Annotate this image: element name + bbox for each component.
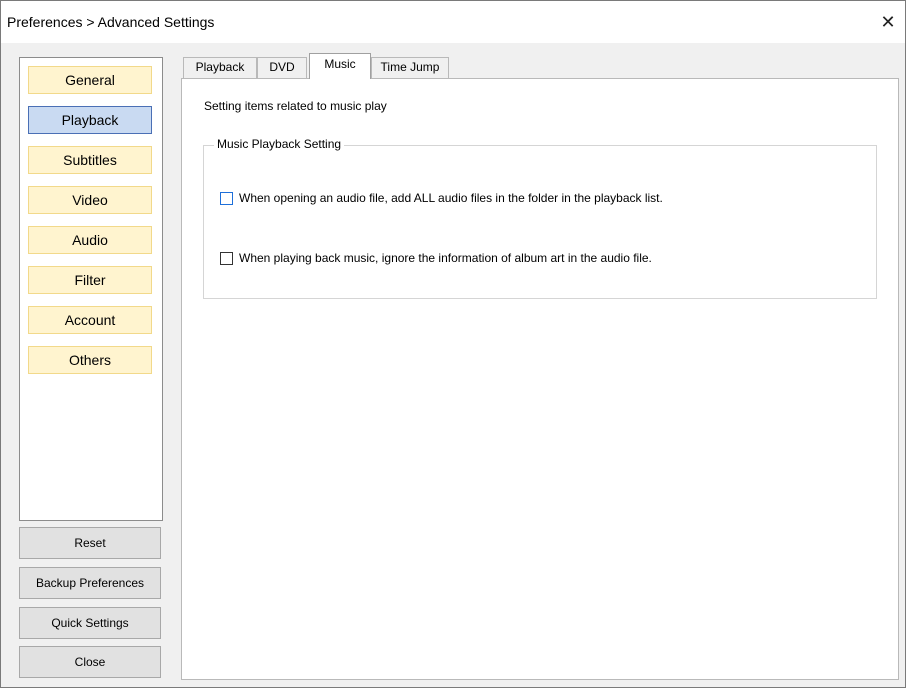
add-all-audio-label: When opening an audio file, add ALL audi… [239, 191, 663, 205]
ignore-album-art-label: When playing back music, ignore the info… [239, 251, 652, 265]
ignore-album-art-checkbox[interactable] [220, 251, 233, 265]
sidebar-item-audio[interactable]: Audio [28, 226, 152, 254]
sidebar-item-subtitles[interactable]: Subtitles [28, 146, 152, 174]
tab-time-jump[interactable]: Time Jump [371, 57, 449, 78]
sidebar-item-general[interactable]: General [28, 66, 152, 94]
sidebar-item-video[interactable]: Video [28, 186, 152, 214]
sidebar-item-account[interactable]: Account [28, 306, 152, 334]
close-icon[interactable]: ✕ [877, 11, 899, 33]
category-list: General Playback Subtitles Video Audio F… [19, 57, 163, 521]
sidebar-item-others[interactable]: Others [28, 346, 152, 374]
add-all-audio-checkbox[interactable] [220, 191, 233, 205]
music-playback-group [203, 145, 877, 299]
backup-preferences-button[interactable]: Backup Preferences [19, 567, 161, 599]
window-title: Preferences > Advanced Settings [7, 14, 215, 30]
sidebar-item-playback[interactable]: Playback [28, 106, 152, 134]
music-tab-panel: Setting items related to music play Musi… [181, 78, 899, 680]
tab-dvd[interactable]: DVD [257, 57, 307, 78]
panel-description: Setting items related to music play [204, 99, 387, 113]
ignore-album-art-option[interactable]: When playing back music, ignore the info… [220, 250, 652, 266]
quick-settings-button[interactable]: Quick Settings [19, 607, 161, 639]
sidebar-item-filter[interactable]: Filter [28, 266, 152, 294]
add-all-audio-option[interactable]: When opening an audio file, add ALL audi… [220, 190, 663, 206]
tab-music[interactable]: Music [309, 53, 371, 79]
close-button[interactable]: Close [19, 646, 161, 678]
group-title: Music Playback Setting [214, 137, 345, 151]
reset-button[interactable]: Reset [19, 527, 161, 559]
title-bar: Preferences > Advanced Settings ✕ [1, 1, 905, 43]
tab-playback[interactable]: Playback [183, 57, 257, 78]
preferences-window: Preferences > Advanced Settings ✕ Genera… [0, 0, 906, 688]
